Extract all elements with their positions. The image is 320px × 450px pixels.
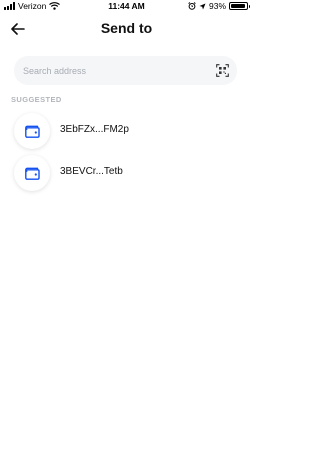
- alarm-icon: [188, 2, 196, 10]
- wallet-icon: [24, 125, 40, 138]
- section-label-suggested: SUGGESTED: [11, 95, 62, 104]
- address-label: 3BEVCr...Tetb: [60, 166, 123, 177]
- address-label: 3EbFZx...FM2p: [60, 124, 129, 135]
- suggested-address-item[interactable]: 3BEVCr...Tetb: [14, 155, 239, 191]
- header: Send to: [0, 14, 253, 44]
- item-icon-wrapper: [14, 113, 50, 149]
- page-title: Send to: [100, 20, 153, 36]
- status-bar: Verizon 11:44 AM 93%: [0, 0, 253, 14]
- battery-level: [231, 4, 245, 8]
- search-box: [14, 56, 237, 85]
- item-icon-wrapper: [14, 155, 50, 191]
- battery-percent: 93%: [208, 1, 226, 11]
- battery-icon: [229, 2, 250, 10]
- wallet-icon: [24, 167, 40, 180]
- search-input[interactable]: [23, 56, 203, 85]
- qr-scan-icon[interactable]: [216, 64, 229, 77]
- suggested-address-item[interactable]: 3EbFZx...FM2p: [14, 113, 239, 149]
- status-right: 93%: [188, 1, 250, 11]
- location-icon: [199, 3, 206, 9]
